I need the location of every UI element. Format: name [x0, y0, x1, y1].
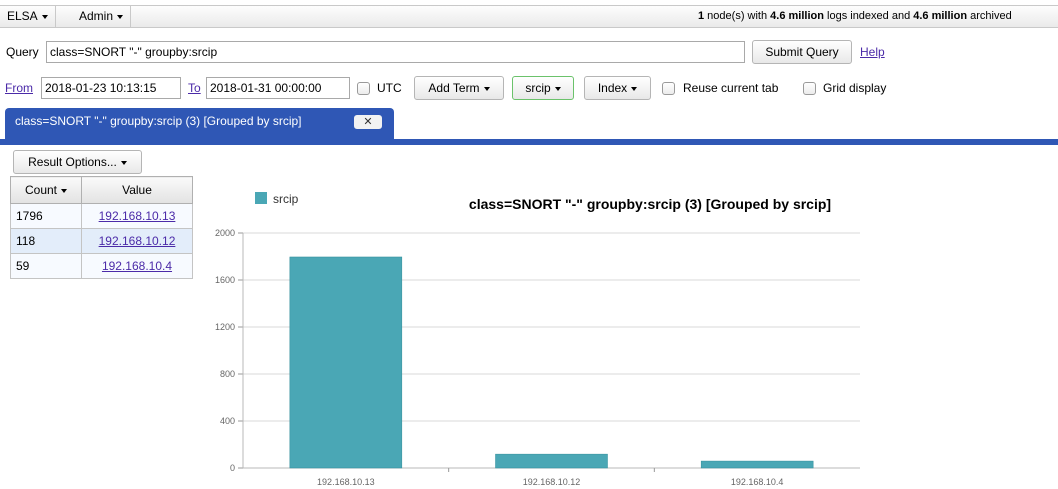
x-tick-label: 192.168.10.4 [731, 477, 784, 487]
logs-indexed: 4.6 million [770, 10, 824, 22]
value-link[interactable]: 192.168.10.12 [99, 234, 176, 248]
admin-menu-label: Admin [79, 9, 114, 23]
y-tick-label: 1200 [215, 322, 235, 332]
elsa-menu-label: ELSA [7, 9, 38, 23]
value-cell: 192.168.10.13 [81, 203, 193, 229]
reuse-tab-label: Reuse current tab [683, 81, 779, 95]
value-cell: 192.168.10.12 [81, 228, 193, 254]
index-status: 1 node(s) with 4.6 million logs indexed … [698, 6, 1058, 27]
count-cell: 118 [10, 228, 82, 254]
submit-query-button[interactable]: Submit Query [752, 40, 852, 64]
chevron-down-icon [554, 86, 561, 91]
value-link[interactable]: 192.168.10.4 [102, 259, 172, 273]
count-column-header[interactable]: Count [10, 176, 82, 204]
query-input[interactable] [46, 41, 745, 63]
reuse-tab-checkbox[interactable] [662, 82, 675, 95]
index-label: Index [597, 81, 628, 95]
chevron-down-icon [41, 14, 48, 19]
results-table: Count Value 1796 192.168.10.13 118 192.1… [10, 176, 193, 279]
tab-underline [0, 139, 1058, 145]
y-tick-label: 0 [230, 463, 235, 473]
sort-desc-icon [61, 188, 68, 193]
legend-label: srcip [273, 192, 299, 206]
to-input[interactable] [206, 77, 350, 99]
x-tick-label: 192.168.10.13 [317, 477, 375, 487]
index-button[interactable]: Index [584, 76, 651, 100]
y-tick-label: 2000 [215, 228, 235, 238]
chevron-down-icon [120, 160, 127, 165]
admin-menu[interactable]: Admin [72, 6, 132, 27]
value-cell: 192.168.10.4 [81, 253, 193, 279]
status-text-3: archived [967, 10, 1012, 22]
x-tick-label: 192.168.10.12 [523, 477, 581, 487]
legend-swatch [255, 192, 267, 204]
status-text-2: logs indexed and [823, 10, 914, 22]
value-link[interactable]: 192.168.10.13 [99, 209, 176, 223]
from-input[interactable] [41, 77, 181, 99]
chevron-down-icon [631, 86, 638, 91]
bar [289, 256, 403, 469]
logs-archived: 4.6 million [913, 10, 968, 22]
tab-query-result[interactable]: class=SNORT "-" groupby:srcip (3) [Group… [5, 108, 394, 142]
grid-display-checkbox[interactable] [803, 82, 816, 95]
help-link[interactable]: Help [860, 45, 885, 59]
bar [495, 453, 608, 469]
y-tick-label: 800 [220, 369, 235, 379]
groupby-label: srcip [525, 81, 551, 95]
elsa-menu[interactable]: ELSA [0, 6, 56, 27]
top-menu-bar: ELSA Admin 1 node(s) with 4.6 million lo… [0, 5, 1058, 28]
chart-title: class=SNORT "-" groupby:srcip (3) [Group… [469, 196, 831, 212]
table-row: 1796 192.168.10.13 [10, 203, 193, 229]
y-tick-label: 1600 [215, 275, 235, 285]
grid-display-label: Grid display [823, 81, 887, 95]
to-link[interactable]: To [188, 81, 201, 95]
query-row: Query Submit Query Help [0, 40, 1058, 66]
tab-label: class=SNORT "-" groupby:srcip (3) [Group… [15, 114, 302, 128]
groupby-button[interactable]: srcip [512, 76, 574, 100]
chevron-down-icon [483, 86, 490, 91]
y-tick-label: 400 [220, 416, 235, 426]
add-term-button[interactable]: Add Term [414, 76, 504, 100]
add-term-label: Add Term [428, 81, 480, 95]
utc-label: UTC [377, 81, 402, 95]
status-text-1: node(s) with [704, 10, 771, 22]
result-options-button[interactable]: Result Options... [13, 150, 142, 174]
query-label: Query [6, 45, 39, 59]
from-link[interactable]: From [5, 81, 33, 95]
table-header-row: Count Value [10, 176, 193, 204]
utc-checkbox[interactable] [357, 82, 370, 95]
bar-chart: class=SNORT "-" groupby:srcip (3) [Group… [215, 192, 860, 487]
value-column-header[interactable]: Value [81, 176, 193, 204]
count-header-label: Count [24, 183, 58, 197]
count-cell: 1796 [10, 203, 82, 229]
chevron-down-icon [117, 14, 124, 19]
table-row: 118 192.168.10.12 [10, 228, 193, 254]
table-row: 59 192.168.10.4 [10, 253, 193, 279]
result-options-label: Result Options... [28, 155, 117, 169]
bar [700, 460, 814, 469]
time-range-row: From To UTC Add Term srcip Index Reuse c… [0, 75, 1058, 101]
count-cell: 59 [10, 253, 82, 279]
close-icon[interactable]: ✕ [354, 115, 382, 129]
value-header-label: Value [122, 183, 152, 197]
result-tabs: class=SNORT "-" groupby:srcip (3) [Group… [0, 108, 1058, 145]
